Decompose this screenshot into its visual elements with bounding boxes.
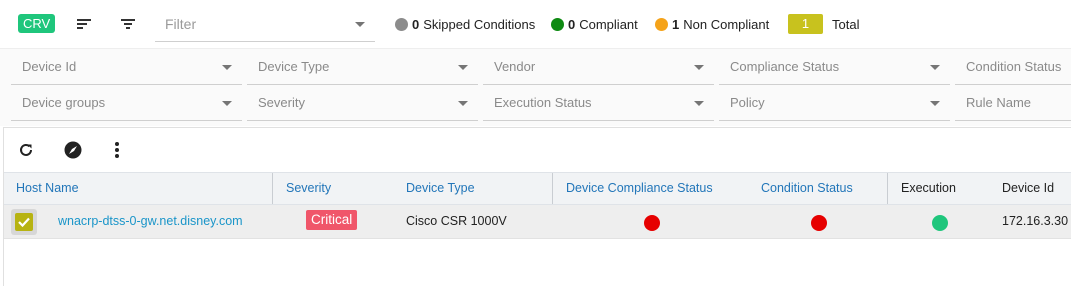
crv-badge[interactable]: CRV — [18, 14, 56, 33]
select-label: Policy — [730, 95, 765, 110]
chevron-down-icon — [930, 65, 940, 70]
top-bar: CRV Filter 0 Skipped Conditions 0 Compli… — [0, 0, 1071, 48]
select-label: Severity — [258, 95, 305, 110]
skipped-count: 0 — [412, 17, 420, 32]
select-label: Execution Status — [494, 95, 592, 110]
rule-name-select[interactable]: Rule Name — [955, 85, 1071, 121]
legend-skipped: 0 Skipped Conditions — [395, 17, 535, 32]
select-label: Device groups — [22, 95, 106, 110]
refresh-icon[interactable] — [16, 140, 36, 160]
grid-header: Host Name Severity Device Type Device Co… — [4, 172, 1071, 205]
chevron-down-icon — [458, 65, 468, 70]
device-groups-select[interactable]: Device groups — [11, 85, 242, 121]
grid-toolbar — [4, 128, 1071, 172]
device-type-select[interactable]: Device Type — [247, 49, 478, 85]
total-count-badge: 1 — [788, 14, 823, 34]
col-device-id[interactable]: Device Id — [1002, 173, 1054, 204]
chevron-down-icon — [355, 22, 365, 27]
skipped-dot — [395, 18, 408, 31]
column-divider[interactable] — [887, 173, 888, 204]
legend-compliant: 0 Compliant — [551, 17, 638, 32]
chevron-down-icon — [930, 101, 940, 106]
severity-badge: Critical — [306, 210, 358, 230]
row-checkbox[interactable] — [11, 209, 37, 235]
col-device-type[interactable]: Device Type — [406, 173, 475, 204]
chevron-down-icon — [222, 101, 232, 106]
select-label: Rule Name — [966, 95, 1032, 110]
col-device-compliance-status[interactable]: Device Compliance Status — [566, 173, 713, 204]
non-compliant-label: Non Compliant — [683, 17, 770, 32]
device-id-value: 172.16.3.30 — [1002, 214, 1069, 228]
table-row[interactable]: wnacrp-dtss-0-gw.net.disney.com Critical… — [4, 205, 1071, 239]
select-label: Device Type — [258, 59, 330, 74]
filter-placeholder: Filter — [165, 16, 197, 32]
more-vert-icon[interactable] — [107, 140, 127, 160]
column-divider[interactable] — [552, 173, 553, 204]
filter-select[interactable]: Filter — [155, 6, 375, 42]
execution-status-dot — [932, 215, 948, 231]
non-compliant-count: 1 — [672, 17, 680, 32]
condition-status-select[interactable]: Condition Status — [955, 49, 1071, 85]
condition-status-dot — [811, 215, 827, 231]
severity-select[interactable]: Severity — [247, 85, 478, 121]
filter-panel: Device Id Device Type Vendor Compliance … — [0, 48, 1071, 126]
device-type-value: Cisco CSR 1000V — [406, 214, 507, 228]
skipped-label: Skipped Conditions — [423, 17, 536, 32]
execution-status-select[interactable]: Execution Status — [483, 85, 714, 121]
vendor-select[interactable]: Vendor — [483, 49, 714, 85]
check-icon — [15, 213, 33, 231]
chevron-down-icon — [694, 65, 704, 70]
compass-icon[interactable] — [63, 140, 83, 160]
total-label: Total — [832, 17, 860, 32]
filter-list-icon[interactable] — [118, 14, 138, 34]
select-label: Device Id — [22, 59, 77, 74]
select-label: Compliance Status — [730, 59, 840, 74]
chevron-down-icon — [458, 101, 468, 106]
legend-non-compliant: 1 Non Compliant — [655, 17, 769, 32]
col-condition-status[interactable]: Condition Status — [761, 173, 853, 204]
col-severity[interactable]: Severity — [286, 173, 331, 204]
compliance-status-select[interactable]: Compliance Status — [719, 49, 950, 85]
col-host-name[interactable]: Host Name — [16, 173, 79, 204]
select-label: Condition Status — [966, 59, 1062, 74]
chevron-down-icon — [694, 101, 704, 106]
column-divider[interactable] — [272, 173, 273, 204]
compliant-count: 0 — [568, 17, 576, 32]
compliant-label: Compliant — [579, 17, 638, 32]
policy-select[interactable]: Policy — [719, 85, 950, 121]
compliant-dot — [551, 18, 564, 31]
select-label: Vendor — [494, 59, 536, 74]
non-compliant-dot — [655, 18, 668, 31]
host-name-link[interactable]: wnacrp-dtss-0-gw.net.disney.com — [58, 205, 243, 238]
chevron-down-icon — [222, 65, 232, 70]
sort-icon[interactable] — [74, 14, 94, 34]
col-execution[interactable]: Execution — [901, 173, 956, 204]
results-grid: Host Name Severity Device Type Device Co… — [3, 127, 1071, 286]
device-id-select[interactable]: Device Id — [11, 49, 242, 85]
compliance-status-dot — [644, 215, 660, 231]
